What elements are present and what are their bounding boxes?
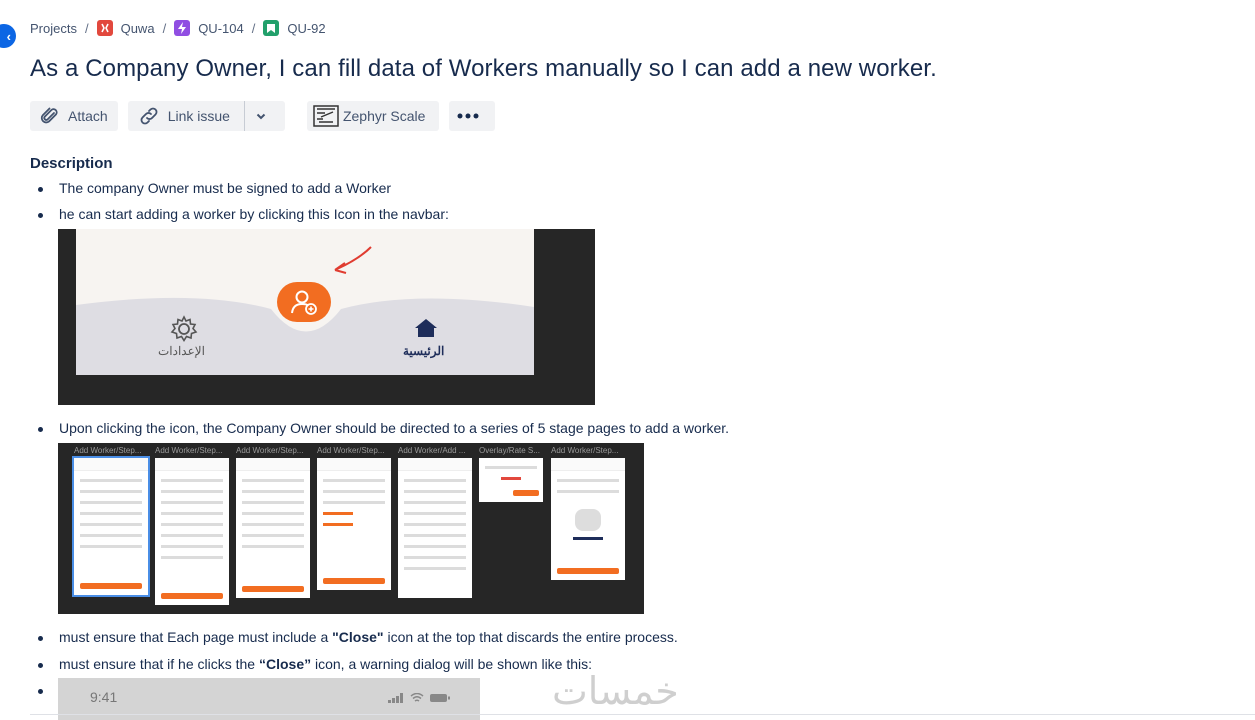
- breadcrumb-issue[interactable]: QU-92: [287, 21, 325, 36]
- arrow-annotation-icon: [334, 246, 372, 274]
- list-item: Upon clicking the icon, the Company Owne…: [30, 420, 729, 436]
- link-issue-group: Link issue: [127, 101, 285, 131]
- stage-thumbnail: [551, 458, 625, 580]
- zephyr-scale-button[interactable]: Zephyr Scale: [306, 101, 440, 131]
- stage-thumbnail: [398, 458, 472, 598]
- link-icon: [140, 107, 158, 125]
- divider: [30, 714, 1255, 715]
- issue-toolbar: Attach Link issue Zephyr Scale: [30, 101, 496, 131]
- zephyr-icon: [313, 105, 339, 127]
- list-item: must ensure that Each page must include …: [30, 629, 678, 645]
- epic-icon: [174, 20, 191, 36]
- add-worker-fab-icon: [277, 282, 331, 322]
- rating-dialog-thumbnail: [479, 458, 543, 502]
- list-item: he can start adding a worker by clicking…: [30, 206, 449, 222]
- link-issue-dropdown[interactable]: [244, 101, 285, 131]
- watermark-logo: خمسات: [552, 669, 679, 713]
- project-avatar-icon: [96, 20, 113, 36]
- breadcrumb: Projects / Quwa / QU-104 / QU-92: [30, 20, 326, 36]
- zephyr-label: Zephyr Scale: [342, 108, 426, 124]
- battery-icon: [430, 694, 450, 702]
- stages-screenshot[interactable]: Add Worker/Step... Add Worker/Step... Ad…: [58, 443, 644, 614]
- status-time: 9:41: [90, 689, 118, 705]
- attach-button[interactable]: Attach: [30, 101, 118, 131]
- settings-gear-icon: [170, 315, 198, 343]
- link-issue-button[interactable]: Link issue: [127, 101, 245, 131]
- description-heading: Description: [30, 155, 113, 172]
- paperclip-icon: [40, 107, 58, 124]
- attach-label: Attach: [68, 108, 108, 124]
- stage-thumbnail: [317, 458, 391, 590]
- breadcrumb-projects[interactable]: Projects: [30, 21, 77, 36]
- home-label: الرئيسية: [403, 344, 445, 358]
- navbar-screenshot[interactable]: الإعدادات الرئيسية: [58, 229, 595, 405]
- story-icon: [263, 20, 280, 36]
- breadcrumb-project[interactable]: Quwa: [121, 21, 155, 36]
- settings-label: الإعدادات: [158, 344, 205, 358]
- stage-thumbnail: [72, 456, 150, 597]
- status-icons: [388, 693, 450, 703]
- wifi-icon: [410, 693, 424, 702]
- list-item: The company Owner must be signed to add …: [30, 180, 391, 196]
- chevron-left-icon: ‹: [6, 28, 11, 44]
- stages-mockup: Add Worker/Step... Add Worker/Step... Ad…: [58, 443, 642, 613]
- more-icon: [457, 113, 479, 119]
- issue-title[interactable]: As a Company Owner, I can fill data of W…: [30, 55, 937, 83]
- stage-thumbnail: [155, 458, 229, 605]
- more-actions-button[interactable]: [449, 101, 496, 131]
- list-item: must ensure that if he clicks the “Close…: [30, 656, 592, 672]
- home-icon: [415, 319, 437, 337]
- signal-icon: [388, 693, 403, 703]
- navbar-mockup: الإعدادات الرئيسية: [76, 229, 534, 375]
- collapse-sidebar-button[interactable]: ‹: [0, 24, 16, 48]
- chevron-down-icon: [256, 113, 266, 120]
- link-issue-label: Link issue: [167, 108, 230, 124]
- stage-thumbnail: [236, 458, 310, 598]
- breadcrumb-epic[interactable]: QU-104: [198, 21, 244, 36]
